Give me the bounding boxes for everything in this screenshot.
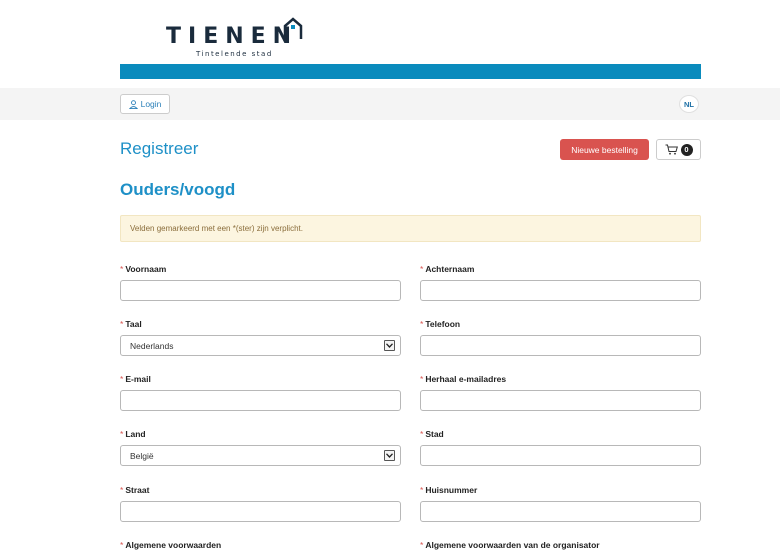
top-navigation	[0, 88, 780, 120]
achternaam-label-text: Achternaam	[425, 264, 475, 274]
email-repeat-label-text: Herhaal e-mailadres	[425, 374, 507, 384]
voorwaarden-org-label: * Algemene voorwaarden van de organisator	[420, 540, 600, 550]
logo-tagline: Tintelende stad	[196, 50, 273, 58]
email-label: * E-mail	[120, 374, 151, 384]
language-selector[interactable]: NL	[679, 95, 699, 113]
stad-input[interactable]	[420, 445, 701, 466]
straat-input[interactable]	[120, 501, 401, 522]
voornaam-label: * Voornaam	[120, 264, 166, 274]
cart-button[interactable]: 0	[656, 139, 701, 160]
required-asterisk: *	[420, 264, 424, 274]
required-fields-notice: Velden gemarkeerd met een *(ster) zijn v…	[120, 215, 701, 242]
land-selected-value: België	[130, 450, 154, 461]
tienen-logo[interactable]: TIENEN Tintelende stad	[166, 10, 306, 60]
chevron-down-icon[interactable]	[384, 340, 395, 351]
cart-icon	[665, 144, 678, 155]
voorwaarden-org-label-text: Algemene voorwaarden van de organisator	[425, 540, 600, 550]
required-asterisk: *	[120, 485, 124, 495]
required-asterisk: *	[420, 540, 424, 550]
email-label-text: E-mail	[125, 374, 151, 384]
straat-label-text: Straat	[125, 485, 150, 495]
taal-select[interactable]: Nederlands	[120, 335, 401, 356]
huisnummer-label: * Huisnummer	[420, 485, 477, 495]
required-asterisk: *	[120, 319, 124, 329]
telefoon-input[interactable]	[420, 335, 701, 356]
required-asterisk: *	[120, 374, 124, 384]
required-asterisk: *	[120, 264, 124, 274]
telefoon-label: * Telefoon	[420, 319, 460, 329]
page-title: Registreer	[120, 139, 199, 158]
new-order-button[interactable]: Nieuwe bestelling	[560, 139, 649, 160]
cart-count-badge: 0	[680, 143, 693, 156]
voorwaarden-label-text: Algemene voorwaarden	[125, 540, 222, 550]
chevron-down-icon[interactable]	[384, 450, 395, 461]
voorwaarden-label: * Algemene voorwaarden	[120, 540, 221, 550]
email-repeat-label: * Herhaal e-mailadres	[420, 374, 506, 384]
user-icon	[128, 99, 138, 109]
stad-label: * Stad	[420, 429, 444, 439]
required-asterisk: *	[120, 429, 124, 439]
taal-label-text: Taal	[125, 319, 142, 329]
land-label: * Land	[120, 429, 146, 439]
logo-text: TIENEN	[166, 24, 299, 49]
taal-label: * Taal	[120, 319, 142, 329]
land-label-text: Land	[125, 429, 146, 439]
straat-label: * Straat	[120, 485, 149, 495]
huisnummer-label-text: Huisnummer	[425, 485, 478, 495]
required-asterisk: *	[420, 429, 424, 439]
required-asterisk: *	[420, 374, 424, 384]
section-title: Ouders/voogd	[120, 180, 236, 199]
stad-label-text: Stad	[425, 429, 444, 439]
land-select[interactable]: België	[120, 445, 401, 466]
telefoon-label-text: Telefoon	[425, 319, 461, 329]
huisnummer-input[interactable]	[420, 501, 701, 522]
email-input[interactable]	[120, 390, 401, 411]
taal-selected-value: Nederlands	[130, 340, 174, 351]
required-asterisk: *	[420, 485, 424, 495]
email-repeat-input[interactable]	[420, 390, 701, 411]
achternaam-input[interactable]	[420, 280, 701, 301]
achternaam-label: * Achternaam	[420, 264, 474, 274]
header-bar	[120, 64, 701, 79]
voornaam-input[interactable]	[120, 280, 401, 301]
house-icon	[283, 17, 303, 39]
login-label: Login	[140, 99, 162, 109]
required-asterisk: *	[120, 540, 124, 550]
required-asterisk: *	[420, 319, 424, 329]
voornaam-label-text: Voornaam	[125, 264, 167, 274]
login-button[interactable]: Login	[120, 94, 170, 114]
